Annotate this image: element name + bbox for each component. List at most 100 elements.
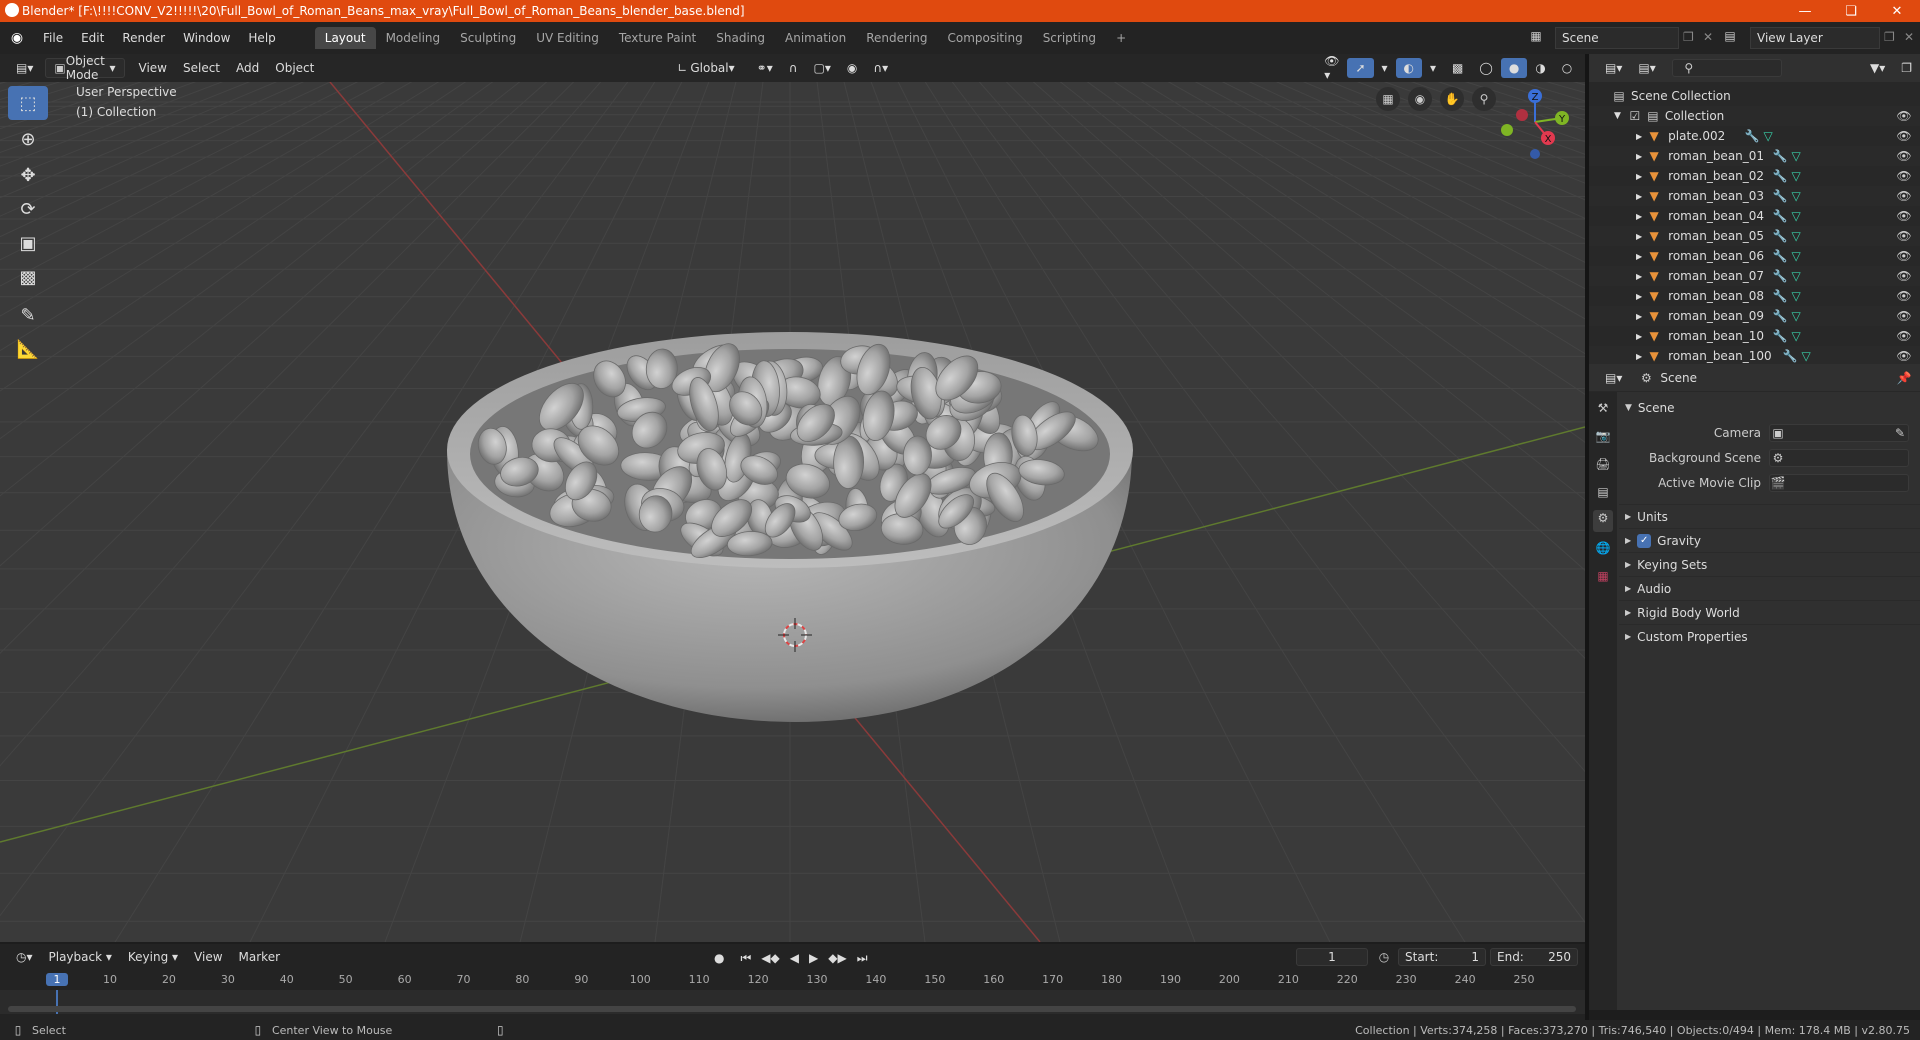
pin-icon[interactable]: 📌 [1896,370,1912,386]
rotate-tool-icon[interactable]: ⟳ [8,192,48,226]
overlays-dropdown-icon[interactable]: ▾ [1422,58,1444,78]
blender-menu-icon[interactable]: ◉ [0,30,34,46]
new-collection-icon[interactable]: ❐ [1893,58,1920,78]
proportional-edit-icon[interactable]: ◉ [839,58,865,78]
tab-rendering[interactable]: Rendering [856,27,937,49]
eye-icon[interactable]: 👁 [1896,148,1912,164]
clock-icon[interactable]: ◷ [1376,949,1392,965]
background-scene-field[interactable]: ⚙ [1769,449,1909,467]
mesh-data-icon[interactable]: ▽ [1788,268,1804,284]
view-layer-tab-icon[interactable]: ▤ [1595,484,1611,500]
outliner-editor-type-icon[interactable]: ▤▾ [1597,58,1630,78]
modifier-wrench-icon[interactable]: 🔧 [1772,288,1788,304]
pivot-point-icon[interactable]: ⚭▾ [749,58,781,78]
play-reverse-icon[interactable]: ◀ [786,948,803,968]
cursor-tool-icon[interactable]: ⊕ [8,122,48,156]
disclosure-triangle-icon[interactable]: ▶ [1636,312,1642,321]
tab-texture-paint[interactable]: Texture Paint [609,27,706,49]
menu-file[interactable]: File [34,31,72,45]
active-movie-clip-field[interactable]: 🎬 [1769,474,1909,492]
eye-icon[interactable]: 👁 [1896,248,1912,264]
eye-icon[interactable]: 👁 [1896,268,1912,284]
jump-end-icon[interactable]: ⏭ [853,948,872,968]
eyedropper-icon[interactable]: ✎ [1892,425,1908,441]
disclosure-triangle-icon[interactable]: ▶ [1636,192,1642,201]
timeline-menu-keying[interactable]: Keying ▾ [120,947,186,967]
outliner-object-row[interactable]: ▶ ▼ roman_bean_01 🔧 ▽ 👁 [1589,146,1920,166]
add-workspace-icon[interactable]: + [1106,27,1136,49]
properties-editor-type-icon[interactable]: ▤▾ [1597,368,1630,388]
menu-help[interactable]: Help [239,31,284,45]
scene-selector[interactable]: Scene [1555,27,1679,49]
outliner-object-row[interactable]: ▶ ▼ roman_bean_06 🔧 ▽ 👁 [1589,246,1920,266]
eye-icon[interactable]: 👁 [1896,228,1912,244]
mesh-data-icon[interactable]: ▽ [1788,228,1804,244]
record-icon[interactable]: ● [710,948,728,968]
mesh-data-icon[interactable]: ▽ [1788,188,1804,204]
output-tab-icon[interactable]: 🖨 [1595,456,1611,472]
view-layer-icon[interactable]: ▤ [1722,28,1738,44]
viewport-menu-view[interactable]: View [131,58,175,78]
outliner-object-row[interactable]: ▶ ▼ roman_bean_03 🔧 ▽ 👁 [1589,186,1920,206]
properties-section-gravity[interactable]: ▶ ✓ Gravity [1619,528,1920,552]
world-tab-icon[interactable]: 🌐 [1595,540,1611,556]
properties-section-units[interactable]: ▶ Units [1619,504,1920,528]
eye-icon[interactable]: 👁 [1896,188,1912,204]
properties-section-audio[interactable]: ▶ Audio [1619,576,1920,600]
measure-tool-icon[interactable]: 📐 [8,332,48,366]
properties-section-keying-sets[interactable]: ▶ Keying Sets [1619,552,1920,576]
tab-compositing[interactable]: Compositing [937,27,1032,49]
new-view-layer-icon[interactable]: ❐ [1884,30,1895,44]
outliner-object-row[interactable]: ▶ ▼ roman_bean_04 🔧 ▽ 👁 [1589,206,1920,226]
snap-target-icon[interactable]: ▢▾ [806,58,839,78]
transform-tool-icon[interactable]: ▩ [8,260,48,294]
outliner-object-row[interactable]: ▶ ▼ roman_bean_08 🔧 ▽ 👁 [1589,286,1920,306]
editor-type-icon[interactable]: ▤▾ [8,58,41,78]
menu-edit[interactable]: Edit [72,31,113,45]
visibility-icon[interactable]: 👁▾ [1316,54,1347,82]
tab-layout[interactable]: Layout [314,27,376,49]
disclosure-triangle-icon[interactable]: ▶ [1636,272,1642,281]
outliner-object-row[interactable]: ▶ ▼ roman_bean_07 🔧 ▽ 👁 [1589,266,1920,286]
material-shading-icon[interactable]: ◑ [1527,58,1553,78]
snap-icon[interactable]: ∩ [781,58,806,78]
modifier-wrench-icon[interactable]: 🔧 [1772,248,1788,264]
eye-icon[interactable]: 👁 [1896,128,1912,144]
outliner-object-row[interactable]: ▶ ▼ roman_bean_100 🔧 ▽ 👁 [1589,346,1920,366]
display-mode-icon[interactable]: ▤▾ [1630,58,1663,78]
disclosure-triangle-icon[interactable]: ▶ [1636,332,1642,341]
delete-view-layer-icon[interactable]: ✕ [1904,30,1914,44]
scene-type-icon[interactable]: ▦ [1528,28,1546,48]
start-frame-field[interactable]: Start: 1 [1398,948,1486,966]
falloff-icon[interactable]: ∩▾ [865,58,896,78]
timeline-ruler[interactable]: 1 10 20 30 40 50 60 70 80 90 100 110 120 130 140 150 160… [0,970,1585,990]
modifier-wrench-icon[interactable]: 🔧 [1782,348,1798,364]
new-scene-icon[interactable]: ❐ [1683,30,1694,44]
tab-uv-editing[interactable]: UV Editing [526,27,609,49]
properties-section-custom-properties[interactable]: ▶ Custom Properties [1619,624,1920,648]
eye-icon[interactable]: 👁 [1896,328,1912,344]
mesh-data-icon[interactable]: ▽ [1788,168,1804,184]
viewport-menu-object[interactable]: Object [267,58,322,78]
disclosure-triangle-icon[interactable]: ▼ [1614,111,1621,121]
filter-icon[interactable]: ▼▾ [1862,58,1893,78]
modifier-wrench-icon[interactable]: 🔧 [1772,308,1788,324]
eye-icon[interactable]: 👁 [1896,168,1912,184]
mesh-data-icon[interactable]: ▽ [1788,308,1804,324]
navigation-gizmo[interactable]: Z Y X [1490,82,1580,162]
tool-tab-icon[interactable]: ⚒ [1595,400,1611,416]
modifier-wrench-icon[interactable]: 🔧 [1772,208,1788,224]
mesh-data-icon[interactable]: ▽ [1788,208,1804,224]
mesh-data-icon[interactable]: ▽ [1798,348,1814,364]
menu-window[interactable]: Window [174,31,239,45]
mesh-data-icon[interactable]: ▽ [1788,328,1804,344]
select-box-tool-icon[interactable]: ⬚ [8,86,48,120]
outliner-object-row[interactable]: ▶ ▼ plate.002 🔧 ▽ 👁 [1589,126,1920,146]
tab-modeling[interactable]: Modeling [376,27,451,49]
next-keyframe-icon[interactable]: ◆▶ [824,948,850,968]
close-icon[interactable]: ✕ [1874,0,1920,22]
gravity-checkbox-icon[interactable]: ✓ [1637,533,1652,548]
wireframe-shading-icon[interactable]: ◯ [1471,58,1500,78]
timeline-editor-type-icon[interactable]: ◷▾ [8,947,41,967]
outliner-object-row[interactable]: ▶ ▼ roman_bean_09 🔧 ▽ 👁 [1589,306,1920,326]
